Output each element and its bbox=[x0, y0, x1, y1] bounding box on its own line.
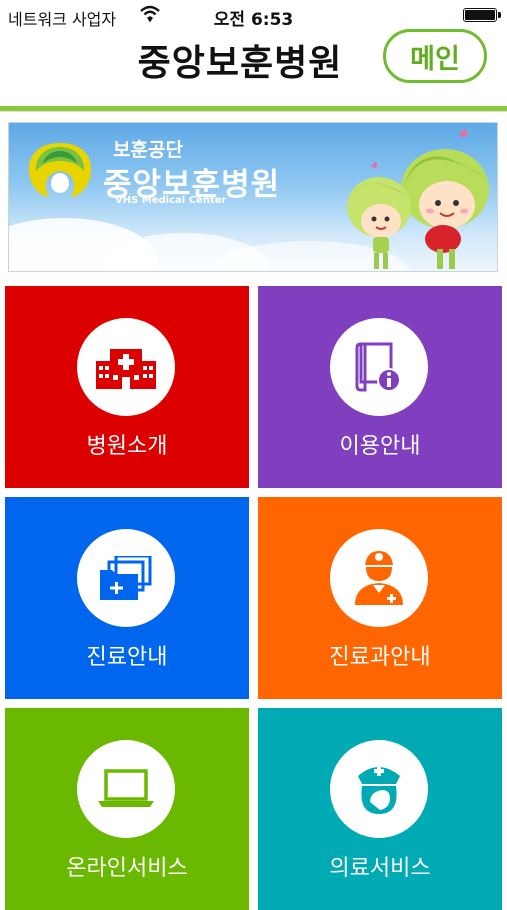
menu-tile[interactable]: 의료서비스 bbox=[258, 708, 502, 910]
menu-tile-label: 의료서비스 bbox=[329, 856, 431, 881]
folders-icon bbox=[77, 529, 175, 627]
menu-tile-label: 온라인서비스 bbox=[66, 856, 188, 881]
hospital-banner[interactable]: 보훈공단 중앙보훈병원 VHS Medical Center bbox=[8, 122, 498, 272]
main-button[interactable]: 메인 bbox=[383, 29, 487, 83]
status-time: 오전 6:53 bbox=[213, 10, 294, 30]
nurse-icon bbox=[330, 740, 428, 838]
doctor-icon bbox=[330, 529, 428, 627]
menu-tile-label: 병원소개 bbox=[86, 434, 168, 459]
menu-tile-label: 이용안내 bbox=[339, 434, 421, 459]
header-divider-shadow bbox=[0, 111, 507, 112]
status-bar: 네트워크 사업자 오전 6:53 bbox=[0, 0, 507, 32]
mascot-illustration-icon bbox=[347, 129, 489, 269]
battery-icon bbox=[463, 8, 501, 22]
laptop-icon bbox=[77, 740, 175, 838]
menu-tile[interactable]: 진료안내 bbox=[5, 497, 249, 699]
menu-tile[interactable]: 병원소개 bbox=[5, 286, 249, 488]
menu-tile[interactable]: 온라인서비스 bbox=[5, 708, 249, 910]
banner-subtitle: 보훈공단 bbox=[113, 139, 183, 161]
menu-tile[interactable]: 이용안내 bbox=[258, 286, 502, 488]
app-header: 중앙보훈병원 메인 bbox=[0, 29, 507, 108]
banner-english-name: VHS Medical Center bbox=[115, 195, 227, 206]
menu-tile[interactable]: 진료과안내 bbox=[258, 497, 502, 699]
hospital-logo-icon bbox=[28, 143, 92, 197]
book-info-icon bbox=[330, 318, 428, 416]
menu-tile-label: 진료안내 bbox=[86, 645, 168, 670]
hospital-icon bbox=[77, 318, 175, 416]
menu-tile-label: 진료과안내 bbox=[329, 645, 431, 670]
